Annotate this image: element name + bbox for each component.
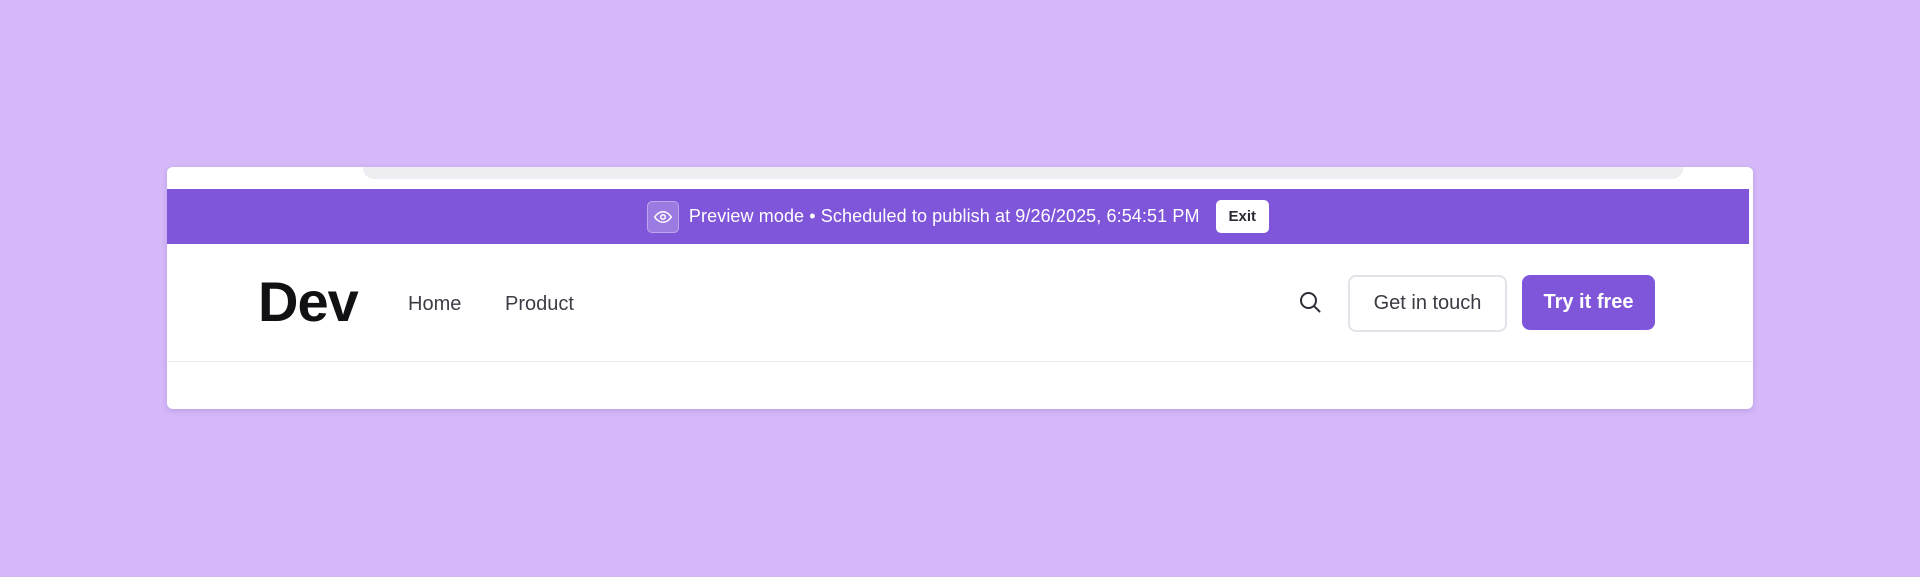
site-header: Dev Home Product Get in touch Try it fre… — [167, 244, 1753, 362]
nav-link-product[interactable]: Product — [505, 292, 574, 316]
site-logo[interactable]: Dev — [258, 270, 359, 334]
eye-icon — [646, 200, 679, 233]
search-button[interactable] — [1289, 283, 1331, 325]
banner-edge — [1749, 189, 1753, 244]
browser-toolbar — [167, 167, 1753, 189]
preview-status-text: Preview mode • Scheduled to publish at 9… — [688, 206, 1200, 226]
try-it-free-button[interactable]: Try it free — [1522, 275, 1655, 330]
preview-banner: Preview mode • Scheduled to publish at 9… — [167, 189, 1749, 244]
get-in-touch-button[interactable]: Get in touch — [1348, 275, 1507, 332]
exit-preview-button[interactable]: Exit — [1215, 200, 1270, 233]
browser-window: Preview mode • Scheduled to publish at 9… — [167, 167, 1753, 409]
search-icon — [1298, 290, 1322, 319]
address-bar[interactable] — [363, 167, 1683, 179]
nav-link-home[interactable]: Home — [408, 292, 461, 316]
